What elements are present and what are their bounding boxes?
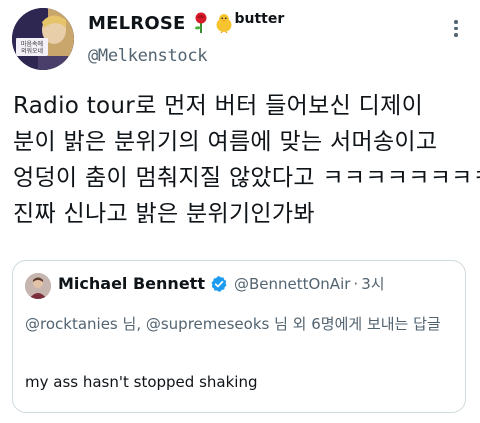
more-options-icon[interactable] [454, 20, 458, 37]
quoted-reply-context: @rocktanies 님, @supremeseoks 님 외 6명에게 보내… [25, 312, 455, 336]
quoted-tweet[interactable]: Michael Bennett @BennettOnAir · 3시 @rock… [12, 260, 466, 413]
quoted-timestamp[interactable]: 3시 [361, 273, 384, 294]
tweet-line: Radio tour로 먼저 버터 들어보신 디제이 [13, 93, 424, 119]
quoted-avatar[interactable] [25, 273, 51, 299]
rose-emoji-icon [192, 12, 210, 34]
author-name-row[interactable]: MELROSE butter [88, 11, 285, 34]
tweet-line: 분이 밝은 분위기의 여름에 맞는 서머송이고 [13, 129, 438, 155]
quoted-avatar-image [25, 273, 51, 299]
author-handle[interactable]: @Melkenstock [88, 46, 208, 66]
tweet-line: 진짜 신나고 밝은 분위기인가봐 [13, 201, 315, 227]
author-name-suffix: butter [234, 11, 285, 27]
avatar-sign-line2: 외워오네 [21, 47, 43, 55]
tweet-line: 엉덩이 춤이 멈춰지질 않았다고 ㅋㅋㅋㅋㅋㅋㅋㅋ [13, 165, 480, 191]
quoted-author-name[interactable]: Michael Bennett [58, 274, 205, 293]
quoted-author-handle[interactable]: @BennettOnAir [234, 275, 350, 293]
avatar[interactable]: 마음속에 외워오네 [12, 8, 74, 70]
quoted-header: Michael Bennett @BennettOnAir · 3시 [58, 273, 385, 294]
quoted-tweet-text: my ass hasn't stopped shaking [25, 373, 258, 391]
avatar-image: 마음속에 외워오네 [12, 8, 74, 70]
reply-mention[interactable]: @rocktanies [25, 315, 118, 333]
reply-mention[interactable]: @supremeseoks [146, 315, 269, 333]
chick-emoji-icon [214, 13, 234, 33]
tweet-text: Radio tour로 먼저 버터 들어보신 디제이 분이 밝은 분위기의 여름… [13, 88, 480, 232]
reply-text: 님 외 6명에게 보내는 답글 [269, 315, 441, 333]
avatar-sign-line1: 마음속에 [21, 40, 43, 48]
author-display-name[interactable]: MELROSE [88, 13, 186, 34]
quoted-separator: · [353, 274, 359, 293]
reply-text: 님, [117, 315, 146, 333]
verified-badge-icon [210, 275, 228, 293]
